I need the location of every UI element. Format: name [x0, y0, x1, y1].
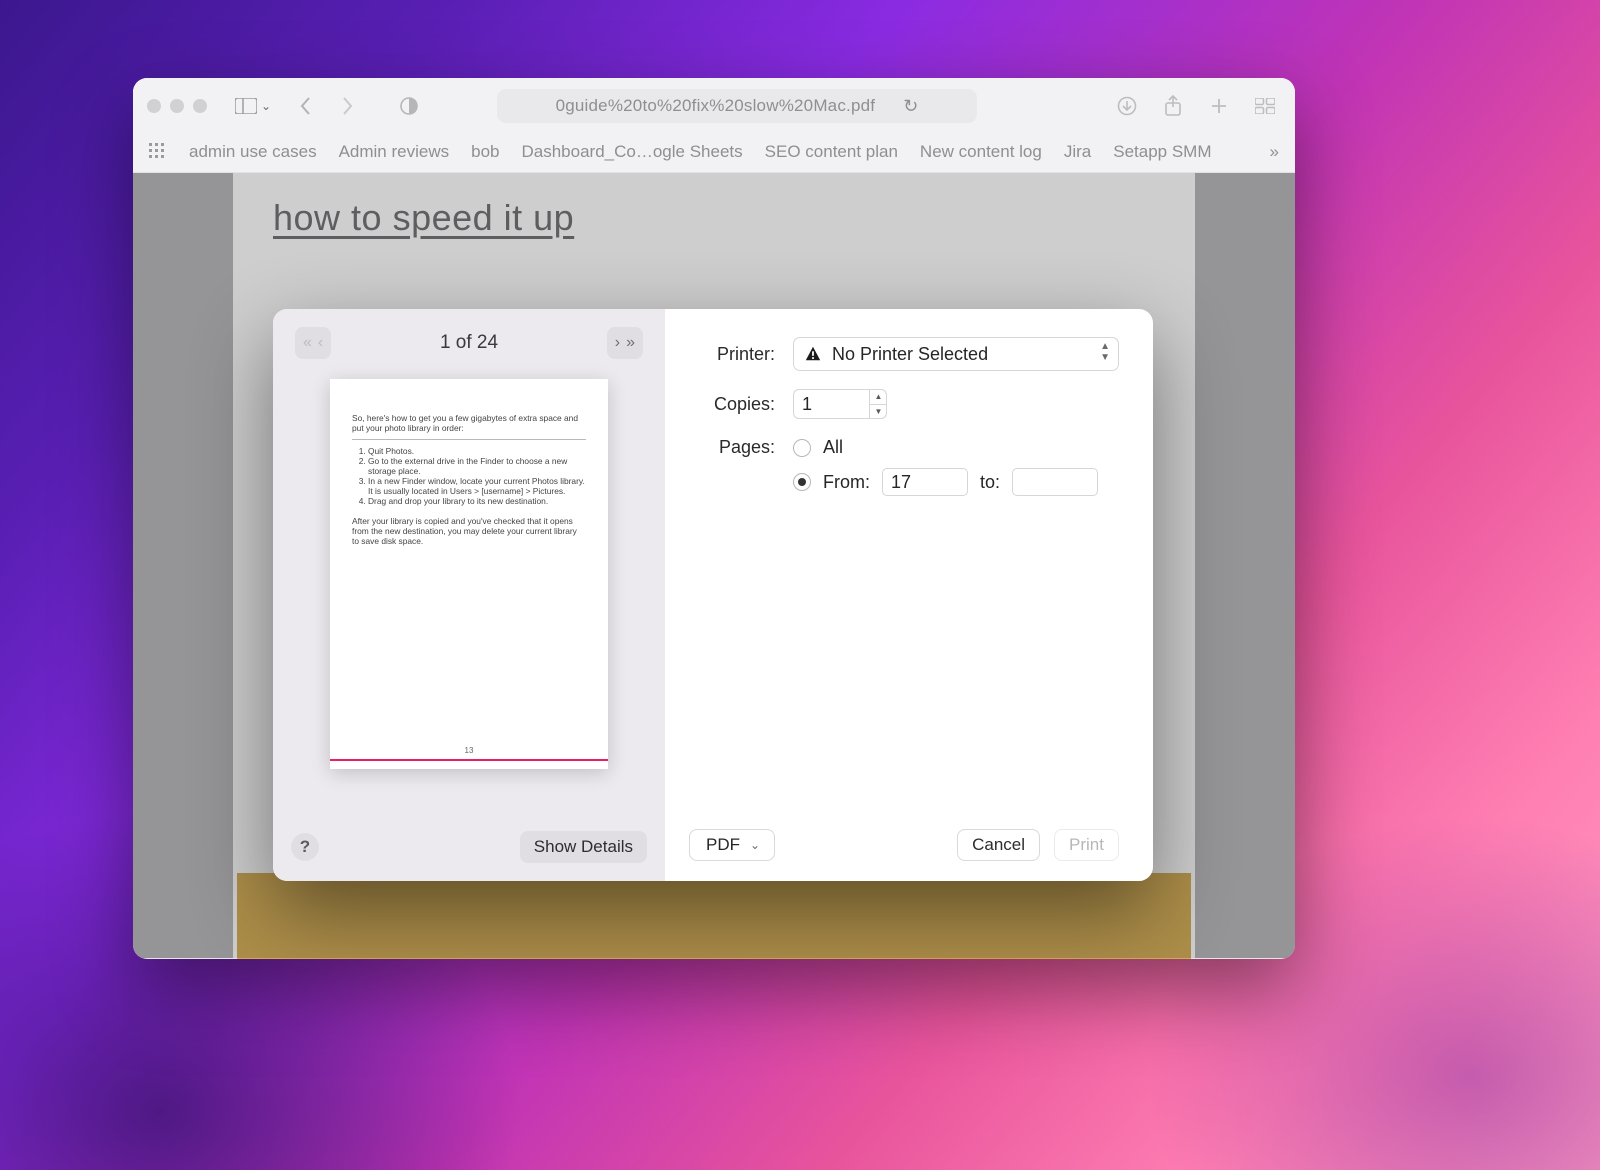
titlebar: ⌄ 0guide%20to%20fix%20slow%20Mac.pdf ↻ [133, 78, 1295, 134]
zoom-dot[interactable] [193, 99, 207, 113]
warning-icon [804, 345, 822, 363]
close-dot[interactable] [147, 99, 161, 113]
url-text: 0guide%20to%20fix%20slow%20Mac.pdf [556, 96, 876, 116]
bookmarks-overflow-icon[interactable]: » [1270, 142, 1279, 162]
pages-from-label: From: [823, 472, 870, 493]
preview-next-buttons[interactable]: ›» [607, 327, 643, 359]
pages-from-radio[interactable] [793, 473, 811, 491]
bookmarks-bar: admin use cases Admin reviews bob Dashbo… [133, 134, 1295, 173]
print-options-pane: Printer: No Printer Selected ▲▼ Copies: … [665, 309, 1153, 881]
bookmark-item[interactable]: bob [471, 142, 499, 162]
new-tab-icon[interactable] [1203, 92, 1235, 120]
print-button[interactable]: Print [1054, 829, 1119, 861]
preview-after: After your library is copied and you've … [352, 516, 586, 546]
bookmark-item[interactable]: SEO content plan [765, 142, 898, 162]
bookmark-item[interactable]: Dashboard_Co…ogle Sheets [522, 142, 743, 162]
pages-to-field[interactable] [1012, 468, 1098, 496]
bookmark-item[interactable]: New content log [920, 142, 1042, 162]
printer-select[interactable]: No Printer Selected ▲▼ [793, 337, 1119, 371]
window-controls [147, 99, 207, 113]
preview-intro: So, here's how to get you a few gigabyte… [352, 413, 586, 433]
tab-overview-icon[interactable] [1249, 92, 1281, 120]
downloads-icon[interactable] [1111, 92, 1143, 120]
forward-icon[interactable] [331, 92, 363, 120]
back-icon[interactable] [289, 92, 321, 120]
printer-value: No Printer Selected [832, 344, 988, 365]
print-dialog: «‹ 1 of 24 ›» So, here's how to get you … [273, 309, 1153, 881]
printer-label: Printer: [689, 344, 775, 365]
safari-window: ⌄ 0guide%20to%20fix%20slow%20Mac.pdf ↻ a… [133, 78, 1295, 959]
copies-field[interactable]: 1 ▲▼ [793, 389, 887, 419]
pages-from-value: 17 [891, 472, 911, 493]
minimize-dot[interactable] [170, 99, 184, 113]
pages-label: Pages: [689, 437, 775, 458]
copies-value: 1 [802, 394, 812, 415]
preview-steps: Quit Photos. Go to the external drive in… [368, 446, 586, 506]
bookmark-item[interactable]: Setapp SMM [1113, 142, 1211, 162]
bookmark-item[interactable]: Jira [1064, 142, 1091, 162]
sidebar-toggle-icon[interactable]: ⌄ [227, 92, 279, 120]
select-arrows-icon: ▲▼ [1100, 341, 1110, 363]
pdf-label: PDF [706, 835, 740, 855]
cancel-button[interactable]: Cancel [957, 829, 1040, 861]
apps-grid-icon[interactable] [149, 143, 167, 161]
show-details-button[interactable]: Show Details [520, 831, 647, 863]
address-bar[interactable]: 0guide%20to%20fix%20slow%20Mac.pdf ↻ [497, 89, 977, 123]
pdf-menu-button[interactable]: PDF ⌄ [689, 829, 775, 861]
chevron-down-icon: ⌄ [750, 838, 760, 852]
copies-stepper[interactable]: ▲▼ [869, 389, 887, 419]
pages-from-field[interactable]: 17 [882, 468, 968, 496]
page-indicator: 1 of 24 [440, 332, 498, 354]
reload-icon[interactable]: ↻ [903, 96, 918, 117]
preview-step: Quit Photos. [368, 446, 586, 456]
reader-icon[interactable] [393, 92, 425, 120]
page-content: how to speed it up «‹ 1 of 24 ›» So, her… [133, 173, 1295, 958]
preview-step: Go to the external drive in the Finder t… [368, 456, 586, 476]
preview-page-number: 13 [330, 746, 608, 761]
preview-step: In a new Finder window, locate your curr… [368, 476, 586, 496]
help-button[interactable]: ? [291, 833, 319, 861]
page-preview: So, here's how to get you a few gigabyte… [330, 379, 608, 769]
pages-to-label: to: [980, 472, 1000, 493]
bookmark-item[interactable]: Admin reviews [339, 142, 450, 162]
share-icon[interactable] [1157, 92, 1189, 120]
preview-step: Drag and drop your library to its new de… [368, 496, 586, 506]
pages-all-label: All [823, 437, 843, 458]
print-preview-pane: «‹ 1 of 24 ›» So, here's how to get you … [273, 309, 665, 881]
preview-prev-buttons[interactable]: «‹ [295, 327, 331, 359]
pages-all-radio[interactable] [793, 439, 811, 457]
bookmark-item[interactable]: admin use cases [189, 142, 317, 162]
copies-label: Copies: [689, 394, 775, 415]
